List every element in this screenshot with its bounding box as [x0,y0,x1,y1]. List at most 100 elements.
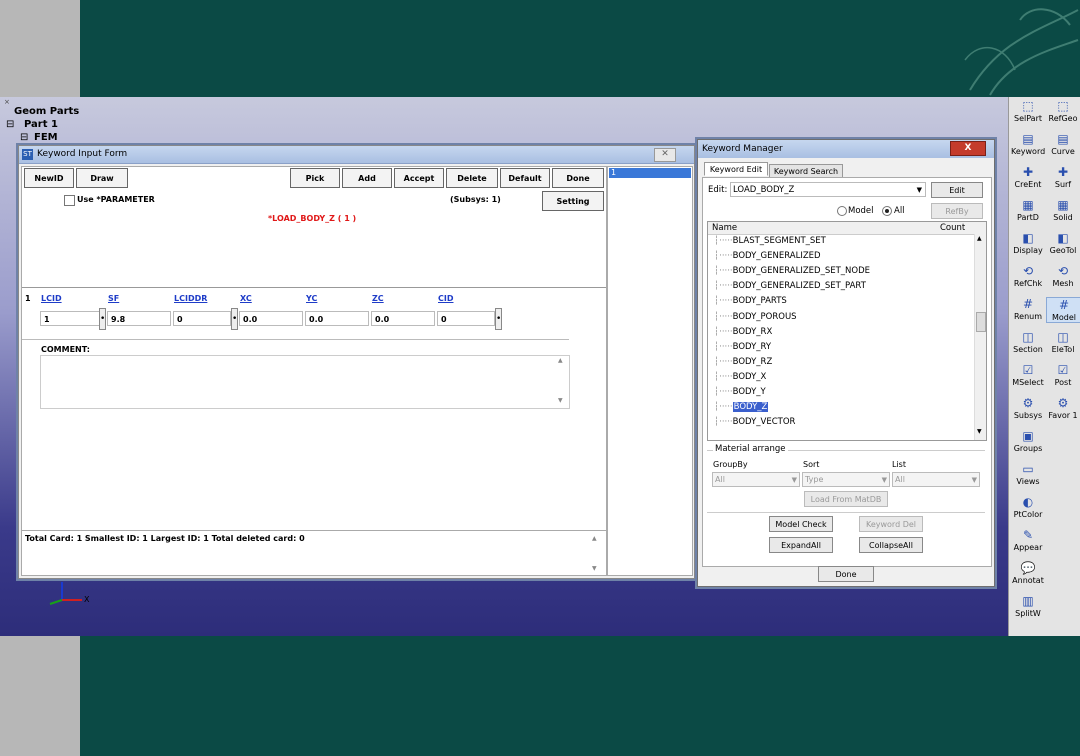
keyword-list-item[interactable]: ┆·····BODY_RZ [714,357,772,367]
toolbar-button-selpart[interactable]: ⬚ SelPart [1011,99,1045,123]
toolbar-button-partd[interactable]: ▦ PartD [1011,198,1045,222]
card-id-list-item[interactable]: 1 [609,168,691,178]
toolbar-button-mesh[interactable]: ⟲ Mesh [1046,264,1080,288]
toolbar-button-groups[interactable]: ▣ Groups [1011,429,1045,453]
toolbar-button-splitw[interactable]: ▥ SplitW [1011,594,1045,618]
toolbar-button-appear[interactable]: ✎ Appear [1011,528,1045,552]
keyword-list-item[interactable]: ┆·····BODY_GENERALIZED_SET_NODE [714,266,870,276]
edit-button[interactable]: Edit [931,182,983,198]
card-id-list[interactable]: 1 [607,166,693,576]
field-label-cid[interactable]: CID [438,294,454,303]
lciddr-field[interactable]: 0 [173,311,231,326]
toolbar-button-subsys[interactable]: ⚙ Subsys [1011,396,1045,420]
collapse-all-button[interactable]: CollapseAll [859,537,923,553]
scroll-down-icon[interactable]: ▼ [592,565,597,572]
tab-keyword-edit[interactable]: Keyword Edit [704,162,768,176]
lcid-field[interactable]: 1 [40,311,100,326]
field-label-yc[interactable]: YC [306,294,317,303]
load-from-matdb-button[interactable]: Load From MatDB [804,491,888,507]
edit-keyword-combo[interactable]: LOAD_BODY_Z ▼ [730,182,926,197]
keyword-list-item[interactable]: ┆·····BODY_VECTOR [714,417,795,427]
toolbar-button-mselect[interactable]: ☑ MSelect [1011,363,1045,387]
scroll-thumb[interactable] [976,312,986,332]
keyword-list-item[interactable]: ┆·····BODY_Z [714,402,769,413]
keyword-list-item[interactable]: ┆·····BODY_X [714,372,766,382]
lcid-pick-button[interactable]: • [99,308,106,330]
toolbar-button-curve[interactable]: ▤ Curve [1046,132,1080,156]
field-label-sf[interactable]: SF [108,294,119,303]
pick-button[interactable]: Pick [290,168,340,188]
setting-button[interactable]: Setting [542,191,604,211]
keyword-list-item[interactable]: ┆·····BODY_GENERALIZED_SET_PART [714,281,866,291]
radio-model[interactable] [837,206,847,216]
tree-expander-icon[interactable]: ⊟ [20,131,28,144]
expand-all-button[interactable]: ExpandAll [769,537,833,553]
tree-collapse-icon[interactable]: × [4,98,10,106]
keyword-input-form-titlebar[interactable]: ST Keyword Input Form ✕ [19,146,694,164]
keyword-list-item[interactable]: ┆·····BODY_POROUS [714,312,797,322]
cid-pick-button[interactable]: • [495,308,502,330]
toolbar-button-surf[interactable]: ✚ Surf [1046,165,1080,189]
toolbar-button-geotol[interactable]: ◧ GeoTol [1046,231,1080,255]
scroll-down-icon[interactable]: ▼ [558,397,563,404]
tab-keyword-search[interactable]: Keyword Search [769,164,843,178]
keyword-list-scrollbar[interactable]: ▲ ▼ [974,234,986,440]
toolbar-button-renum[interactable]: # Renum [1011,297,1045,321]
scroll-up-icon[interactable]: ▲ [592,535,597,542]
keyword-list-item[interactable]: ┆·····BLAST_SEGMENT_SET [714,236,826,246]
xc-field[interactable]: 0.0 [239,311,303,326]
keyword-list-item[interactable]: ┆·····BODY_PARTS [714,296,787,306]
keyword-list[interactable]: Name Count ┆·····BLAST_SEGMENT_SET ┆·····… [707,221,987,441]
use-parameter-checkbox[interactable] [64,195,75,206]
toolbar-button-favor-1[interactable]: ⚙ Favor 1 [1046,396,1080,420]
keyword-list-item[interactable]: ┆·····BODY_Y [714,387,766,397]
scroll-up-icon[interactable]: ▲ [977,235,982,242]
toolbar-button-views[interactable]: ▭ Views [1011,462,1045,486]
keyword-manager-titlebar[interactable]: Keyword Manager X [698,140,994,158]
toolbar-button-display[interactable]: ◧ Display [1011,231,1045,255]
field-label-lciddr[interactable]: LCIDDR [174,294,207,303]
toolbar-button-annotat[interactable]: 💬 Annotat [1011,561,1045,585]
scroll-down-icon[interactable]: ▼ [977,428,982,435]
keyword-del-button[interactable]: Keyword Del [859,516,923,532]
radio-all[interactable] [882,206,892,216]
toolbar-button-keyword[interactable]: ▤ Keyword [1011,132,1045,156]
toolbar-button-model[interactable]: # Model [1046,297,1080,323]
chevron-down-icon[interactable]: ▼ [917,183,922,197]
toolbar-button-refgeo[interactable]: ⬚ RefGeo [1046,99,1080,123]
done-button[interactable]: Done [552,168,604,188]
done-button[interactable]: Done [818,566,874,582]
sf-field[interactable]: 9.8 [107,311,171,326]
scroll-up-icon[interactable]: ▲ [558,357,563,364]
toolbar-button-post[interactable]: ☑ Post [1046,363,1080,387]
add-button[interactable]: Add [342,168,392,188]
tree-expander-icon[interactable]: ⊟ [6,118,14,131]
groupby-select[interactable]: All ▼ [712,472,800,487]
keyword-list-item[interactable]: ┆·····BODY_RY [714,342,771,352]
toolbar-button-eletol[interactable]: ◫ EleTol [1046,330,1080,354]
close-icon[interactable]: ✕ [654,148,676,162]
newid-button[interactable]: NewID [24,168,74,188]
tree-item-part[interactable]: Part 1 [24,118,58,131]
field-label-lcid[interactable]: LCID [41,294,62,303]
field-label-xc[interactable]: XC [240,294,252,303]
lciddr-pick-button[interactable]: • [231,308,238,330]
field-label-zc[interactable]: ZC [372,294,384,303]
keyword-list-item[interactable]: ┆·····BODY_RX [714,327,772,337]
toolbar-button-ptcolor[interactable]: ◐ PtColor [1011,495,1045,519]
toolbar-button-solid[interactable]: ▦ Solid [1046,198,1080,222]
model-check-button[interactable]: Model Check [769,516,833,532]
tree-item-fem[interactable]: FEM [34,131,58,144]
list-select[interactable]: All ▼ [892,472,980,487]
refby-button[interactable]: RefBy [931,203,983,219]
toolbar-button-creent[interactable]: ✚ CreEnt [1011,165,1045,189]
close-icon[interactable]: X [950,141,986,156]
default-button[interactable]: Default [500,168,550,188]
accept-button[interactable]: Accept [394,168,444,188]
tree-item-geom-parts[interactable]: Geom Parts [14,105,79,118]
draw-button[interactable]: Draw [76,168,128,188]
comment-textarea[interactable] [40,355,570,409]
zc-field[interactable]: 0.0 [371,311,435,326]
toolbar-button-refchk[interactable]: ⟲ RefChk [1011,264,1045,288]
keyword-list-item[interactable]: ┆·····BODY_GENERALIZED [714,251,821,261]
